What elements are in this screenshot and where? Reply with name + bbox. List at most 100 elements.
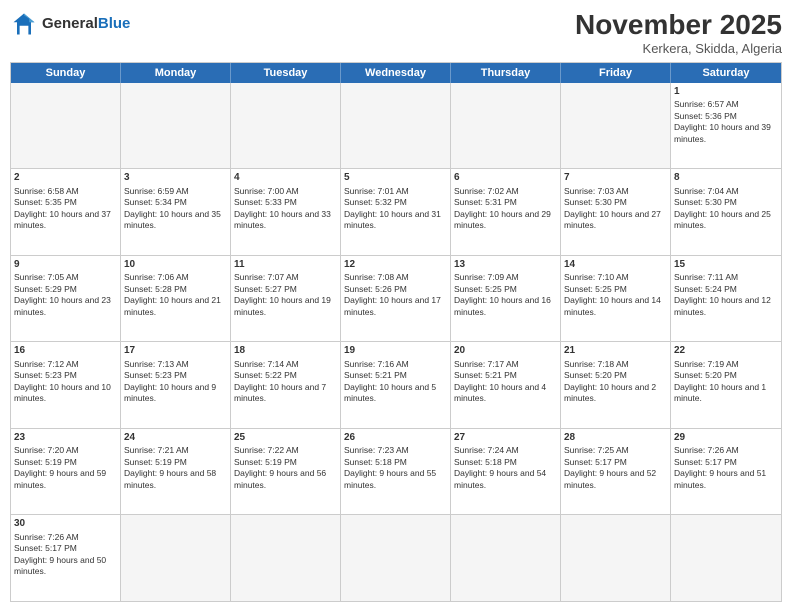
day-cell-2-6: 15Sunrise: 7:11 AMSunset: 5:24 PMDayligh… (671, 256, 781, 342)
week-row-3: 16Sunrise: 7:12 AM Sunset: 5:23 PM Dayligh… (11, 341, 781, 428)
day-number: 16 (14, 344, 117, 358)
day-cell-1-3: 5Sunrise: 7:01 AMSunset: 5:32 PMDaylight… (341, 169, 451, 255)
week-row-4: 23Sunrise: 7:20 AMSunset: 5:19 PMDayligh… (11, 428, 781, 515)
sunrise-label: Sunrise: 7:06 AM (124, 272, 189, 282)
sunrise-label: Sunrise: 7:12 AM (14, 359, 79, 369)
sunrise-label: Sunrise: 7:23 AM (344, 445, 409, 455)
daylight-label: Daylight: 9 hours and 51 minutes. (674, 468, 766, 489)
day-cell-2-3: 12Sunrise: 7:08 AMSunset: 5:26 PMDayligh… (341, 256, 451, 342)
day-cell-0-1 (121, 83, 231, 169)
daylight-label: Daylight: 10 hours and 16 minutes. (454, 295, 551, 316)
sunrise-label: Sunrise: 7:13 AM (124, 359, 189, 369)
sunrise-label: Sunrise: 7:19 AM (674, 359, 739, 369)
day-number: 15 (674, 258, 778, 272)
sunset-label: Sunset: 5:27 PM (234, 284, 297, 294)
day-cell-5-3 (341, 515, 451, 601)
sunrise-label: Sunrise: 6:57 AM (674, 99, 739, 109)
daylight-label: Daylight: 9 hours and 52 minutes. (564, 468, 656, 489)
day-number: 1 (674, 85, 778, 99)
daylight-label: Daylight: 10 hours and 35 minutes. (124, 209, 221, 230)
day-cell-2-4: 13Sunrise: 7:09 AMSunset: 5:25 PMDayligh… (451, 256, 561, 342)
sunrise-label: Sunrise: 7:21 AM (124, 445, 189, 455)
day-cell-1-0: 2Sunrise: 6:58 AMSunset: 5:35 PMDaylight… (11, 169, 121, 255)
day-number: 13 (454, 258, 557, 272)
daylight-label: Daylight: 9 hours and 54 minutes. (454, 468, 546, 489)
header-monday: Monday (121, 63, 231, 83)
header-saturday: Saturday (671, 63, 781, 83)
day-number: 20 (454, 344, 557, 358)
day-number: 22 (674, 344, 778, 358)
subtitle: Kerkera, Skidda, Algeria (575, 41, 782, 56)
day-cell-5-1 (121, 515, 231, 601)
sunrise-label: Sunrise: 7:00 AM (234, 186, 299, 196)
sunrise-label: Sunrise: 7:16 AM (344, 359, 409, 369)
day-cell-2-1: 10Sunrise: 7:06 AMSunset: 5:28 PMDayligh… (121, 256, 231, 342)
sunrise-label: Sunrise: 7:25 AM (564, 445, 629, 455)
page: GeneralBlue November 2025 Kerkera, Skidd… (0, 0, 792, 612)
day-cell-0-0 (11, 83, 121, 169)
sunrise-label: Sunrise: 7:20 AM (14, 445, 79, 455)
day-cell-4-2: 25Sunrise: 7:22 AMSunset: 5:19 PMDayligh… (231, 429, 341, 515)
calendar: Sunday Monday Tuesday Wednesday Thursday… (10, 62, 782, 602)
daylight-label: Daylight: 10 hours and 31 minutes. (344, 209, 441, 230)
day-number: 5 (344, 171, 447, 185)
sunset-label: Sunset: 5:23 PM (124, 370, 187, 380)
sunrise-label: Sunrise: 7:17 AM (454, 359, 519, 369)
daylight-label: Daylight: 10 hours and 14 minutes. (564, 295, 661, 316)
sunset-label: Sunset: 5:28 PM (124, 284, 187, 294)
day-cell-3-3: 19Sunrise: 7:16 AMSunset: 5:21 PMDayligh… (341, 342, 451, 428)
daylight-label: Daylight: 10 hours and 19 minutes. (234, 295, 331, 316)
day-cell-4-3: 26Sunrise: 7:23 AMSunset: 5:18 PMDayligh… (341, 429, 451, 515)
sunrise-label: Sunrise: 7:03 AM (564, 186, 629, 196)
day-number: 27 (454, 431, 557, 445)
sunrise-label: Sunrise: 7:08 AM (344, 272, 409, 282)
sunset-label: Sunset: 5:26 PM (344, 284, 407, 294)
daylight-label: Daylight: 10 hours and 4 minutes. (454, 382, 546, 403)
day-number: 7 (564, 171, 667, 185)
day-number: 19 (344, 344, 447, 358)
day-cell-0-2 (231, 83, 341, 169)
sunset-label: Sunset: 5:19 PM (124, 457, 187, 467)
daylight-label: Daylight: 10 hours and 39 minutes. (674, 122, 771, 143)
sunrise-label: Sunrise: 7:04 AM (674, 186, 739, 196)
sunset-label: Sunset: 5:19 PM (234, 457, 297, 467)
header-friday: Friday (561, 63, 671, 83)
logo-text: GeneralBlue (42, 16, 130, 33)
sunset-label: Sunset: 5:18 PM (344, 457, 407, 467)
sunset-label: Sunset: 5:21 PM (344, 370, 407, 380)
day-headers: Sunday Monday Tuesday Wednesday Thursday… (11, 63, 781, 83)
day-cell-1-5: 7Sunrise: 7:03 AMSunset: 5:30 PMDaylight… (561, 169, 671, 255)
sunset-label: Sunset: 5:25 PM (564, 284, 627, 294)
day-cell-4-6: 29Sunrise: 7:26 AMSunset: 5:17 PMDayligh… (671, 429, 781, 515)
week-row-2: 9Sunrise: 7:05 AMSunset: 5:29 PMDaylight… (11, 255, 781, 342)
day-number: 11 (234, 258, 337, 272)
day-cell-5-0: 30Sunrise: 7:26 AMSunset: 5:17 PMDayligh… (11, 515, 121, 601)
day-cell-0-3 (341, 83, 451, 169)
day-number: 12 (344, 258, 447, 272)
day-number: 14 (564, 258, 667, 272)
day-cell-0-5 (561, 83, 671, 169)
day-number: 28 (564, 431, 667, 445)
day-number: 10 (124, 258, 227, 272)
sunset-label: Sunset: 5:30 PM (564, 197, 627, 207)
day-cell-5-5 (561, 515, 671, 601)
day-cell-3-0: 16Sunrise: 7:12 AMSunset: 5:23 PMDayligh… (11, 342, 121, 428)
daylight-label: Daylight: 9 hours and 59 minutes. (14, 468, 106, 489)
sunrise-label: Sunrise: 7:11 AM (674, 272, 738, 282)
day-cell-2-2: 11Sunrise: 7:07 AM Sunset: 5:27 PMDayligh… (231, 256, 341, 342)
daylight-label: Daylight: 9 hours and 56 minutes. (234, 468, 326, 489)
sunrise-label: Sunrise: 6:59 AM (124, 186, 189, 196)
sunrise-label: Sunrise: 7:22 AM (234, 445, 299, 455)
sunrise-label: Sunrise: 7:09 AM (454, 272, 519, 282)
sunrise-label: Sunrise: 7:07 AM (234, 272, 299, 282)
day-cell-3-2: 18Sunrise: 7:14 AMSunset: 5:22 PMDayligh… (231, 342, 341, 428)
header-tuesday: Tuesday (231, 63, 341, 83)
sunset-label: Sunset: 5:17 PM (564, 457, 627, 467)
sunrise-label: Sunrise: 7:14 AM (234, 359, 299, 369)
sunset-label: Sunset: 5:20 PM (564, 370, 627, 380)
sunset-label: Sunset: 5:21 PM (454, 370, 517, 380)
daylight-label: Daylight: 9 hours and 55 minutes. (344, 468, 436, 489)
sunset-label: Sunset: 5:17 PM (14, 543, 77, 553)
day-cell-0-4 (451, 83, 561, 169)
daylight-label: Daylight: 10 hours and 25 minutes. (674, 209, 771, 230)
